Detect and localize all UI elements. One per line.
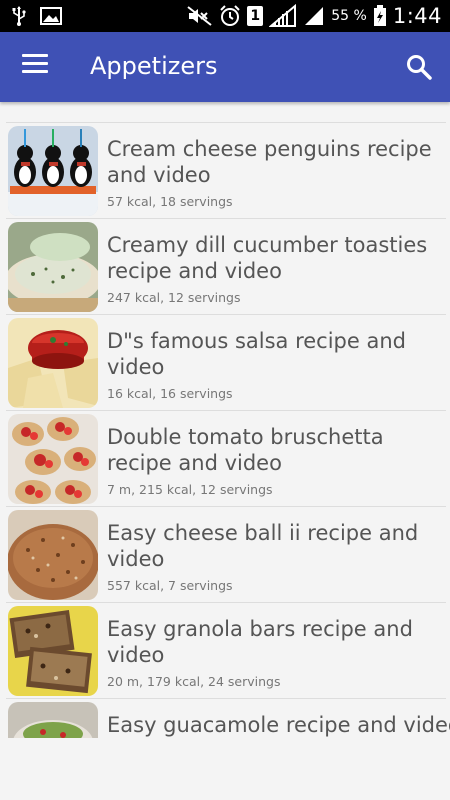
battery-percent: 55 %	[331, 8, 367, 24]
clock: 1:44	[392, 4, 442, 28]
recipe-title: Easy guacamole recipe and video	[107, 713, 450, 737]
recipe-meta: 557 kcal, 7 servings	[107, 578, 233, 593]
status-left-icons	[12, 6, 62, 26]
recipe-thumbnail	[8, 702, 98, 738]
recipe-title: Cream cheese penguins recipe and video	[107, 137, 432, 187]
recipe-meta: 247 kcal, 12 servings	[107, 290, 241, 305]
recipe-title: Creamy dill cucumber toasties recipe and…	[107, 233, 428, 283]
recipe-title: Easy cheese ball ii recipe and video	[107, 521, 419, 571]
status-right-icons: 1 55 % 1:44	[187, 0, 442, 32]
recipe-title: D"s famous salsa recipe and video	[107, 329, 406, 379]
recipe-meta: 16 kcal, 16 servings	[107, 386, 233, 401]
recipe-thumbnail	[8, 126, 98, 216]
app-bar: Appetizers	[0, 32, 450, 102]
list-item[interactable]: Cream cheese penguins recipe and video 5…	[6, 122, 446, 218]
recipe-title: Easy granola bars recipe and video	[107, 617, 413, 667]
status-bar: 1 55 % 1:44	[0, 0, 450, 32]
signal-icon	[269, 4, 297, 27]
sim-icon: 1	[247, 6, 264, 26]
recipe-thumbnail	[8, 222, 98, 312]
recipe-meta: 7 m, 215 kcal, 12 servings	[107, 482, 273, 497]
recipe-meta: 20 m, 179 kcal, 24 servings	[107, 674, 281, 689]
recipe-title: Double tomato bruschetta recipe and vide…	[107, 425, 384, 475]
recipe-list[interactable]: Cream cheese penguins recipe and video 5…	[0, 122, 450, 738]
battery-icon	[373, 5, 386, 26]
list-item[interactable]: Easy guacamole recipe and video	[6, 698, 450, 738]
recipe-thumbnail	[8, 414, 98, 504]
recipe-thumbnail	[8, 606, 98, 696]
page-title: Appetizers	[90, 52, 218, 80]
hamburger-menu-icon[interactable]	[22, 54, 48, 80]
list-item[interactable]: Easy cheese ball ii recipe and video 557…	[6, 506, 446, 602]
mute-icon	[187, 6, 212, 26]
recipe-thumbnail	[8, 318, 98, 408]
recipe-thumbnail	[8, 510, 98, 600]
usb-icon	[12, 6, 26, 26]
list-item[interactable]: Creamy dill cucumber toasties recipe and…	[6, 218, 446, 314]
recipe-meta: 57 kcal, 18 servings	[107, 194, 233, 209]
alarm-icon	[220, 5, 240, 26]
signal-icon	[305, 7, 324, 25]
list-item[interactable]: Easy granola bars recipe and video 20 m,…	[6, 602, 446, 698]
image-icon	[40, 7, 62, 25]
search-icon[interactable]	[406, 54, 432, 80]
list-item[interactable]: Double tomato bruschetta recipe and vide…	[6, 410, 446, 506]
list-item[interactable]: D"s famous salsa recipe and video 16 kca…	[6, 314, 446, 410]
